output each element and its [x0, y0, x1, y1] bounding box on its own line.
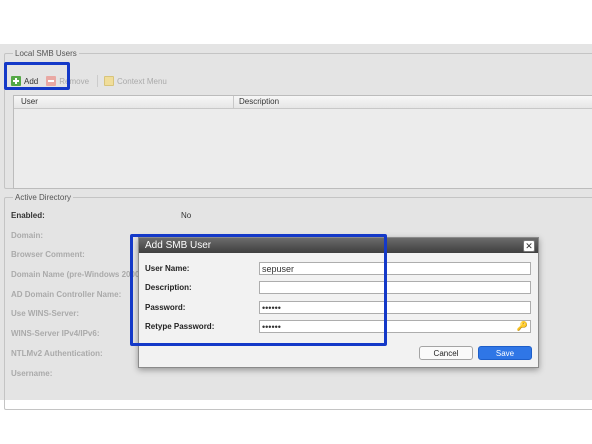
- smb-toolbar: Add Remove Context Menu: [11, 72, 591, 90]
- context-menu-icon: [104, 76, 115, 86]
- ad-use-wins-label: Use WINS-Server:: [11, 309, 80, 318]
- ad-username-label: Username:: [11, 369, 53, 378]
- ad-dc-name-label: AD Domain Controller Name:: [11, 290, 122, 299]
- ad-browser-comment-label: Browser Comment:: [11, 250, 85, 259]
- ad-wins-server-label: WINS-Server IPv4/IPv6:: [11, 329, 100, 338]
- key-icon[interactable]: 🔑: [517, 321, 528, 332]
- context-menu-label: Context Menu: [117, 76, 167, 86]
- close-icon[interactable]: ✕: [523, 240, 535, 252]
- ad-domain-label: Domain:: [11, 231, 43, 240]
- table-header: User Description: [14, 96, 592, 109]
- dialog-fields-highlight: [130, 234, 387, 346]
- column-header-description[interactable]: Description: [234, 96, 592, 108]
- ad-domain-name-label: Domain Name (pre-Windows 2000):: [11, 270, 145, 279]
- local-smb-users-legend: Local SMB Users: [15, 49, 77, 58]
- save-button[interactable]: Save: [478, 346, 532, 360]
- context-menu-button[interactable]: Context Menu: [104, 76, 167, 86]
- ad-enabled-label: Enabled:: [11, 211, 45, 220]
- cancel-button[interactable]: Cancel: [419, 346, 473, 360]
- column-header-user[interactable]: User: [14, 96, 234, 108]
- smb-users-table[interactable]: User Description: [13, 95, 592, 189]
- add-button-highlight: [4, 62, 70, 90]
- toolbar-separator: [97, 75, 99, 87]
- local-smb-users-group: Local SMB Users Add Remove Context Menu …: [4, 49, 592, 189]
- active-directory-legend: Active Directory: [15, 193, 72, 202]
- ad-enabled-value: No: [181, 211, 192, 220]
- ad-ntlmv2-label: NTLMv2 Authentication:: [11, 349, 103, 358]
